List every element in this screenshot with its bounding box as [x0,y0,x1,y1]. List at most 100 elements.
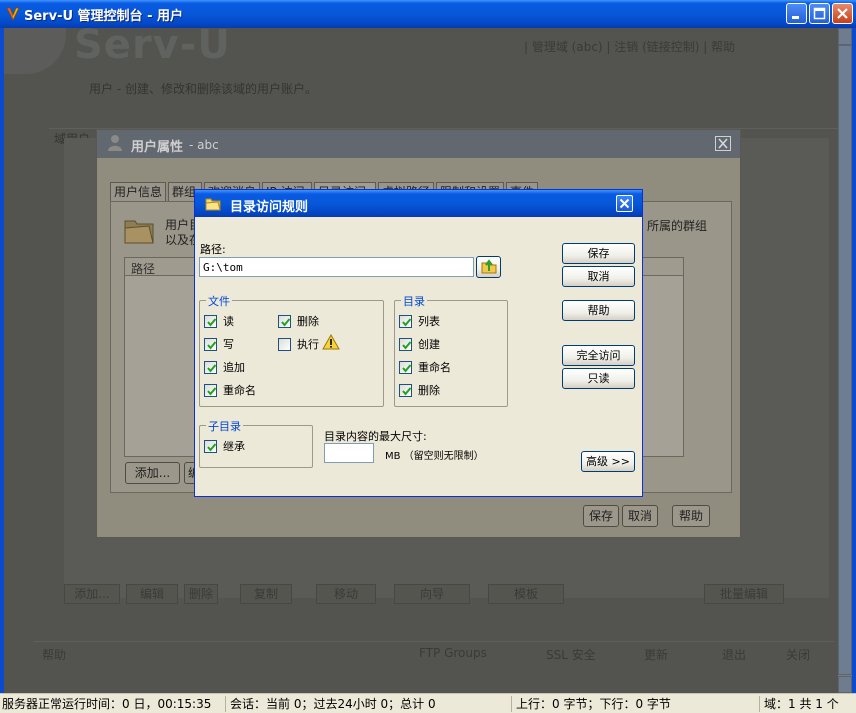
window-title: Serv-U 管理控制台 - 用户 [24,9,183,24]
checkbox-box[interactable] [399,384,412,397]
file-execute-checkbox[interactable]: 执行 [278,334,348,352]
checkmark-icon [402,341,412,350]
browse-folder-icon [481,259,496,274]
bg-wizard-button[interactable]: 向导 [394,584,470,604]
full-access-button[interactable]: 完全访问 [562,345,635,366]
file-rename-label: 重命名 [223,384,256,397]
directory-access-rule-dialog: 目录访问规则 路径: 保存 取消 帮助 完全访问 只读 高级 >> 文件 读 写… [194,189,643,497]
subdir-inherit-label: 继承 [223,440,245,453]
checkbox-box[interactable] [399,361,412,374]
servu-logo-swoosh [4,28,66,74]
bg-batch-edit-button[interactable]: 批量编辑 [704,584,784,604]
checkbox-box[interactable] [204,361,217,374]
status-domains: 域：1 共 1 个 [764,697,839,711]
scroll-up-arrow[interactable] [838,28,852,45]
checkmark-icon [207,364,217,373]
minimize-button[interactable] [786,3,807,24]
checkbox-box[interactable] [278,338,291,351]
servu-app-icon [6,7,20,21]
bg-footer-close[interactable]: 关闭 [786,646,810,663]
user-properties-help-button[interactable]: 帮助 [672,505,710,527]
status-transfer: 上行：0 字节；下行：0 字节 [514,696,760,712]
add-rule-button[interactable]: 添加... [125,462,180,484]
vertical-scrollbar[interactable] [838,28,852,693]
status-sessions: 会话：当前 0；过去24小时 0；总计 0 [228,696,512,712]
user-properties-subtitle: - abc [189,138,219,152]
dialog-help-button[interactable]: 帮助 [562,300,635,321]
max-size-input[interactable] [324,443,374,463]
dialog-cancel-button[interactable]: 取消 [562,266,635,287]
checkmark-icon [207,443,217,452]
file-delete-label: 删除 [297,315,319,328]
bg-copy-button[interactable]: 复制 [240,584,292,604]
bg-add-button[interactable]: 添加... [64,584,120,604]
bottom-button-row: 添加... 编辑 删除 复制 移动 向导 模板 批量编辑 [64,584,829,608]
tab-user-info[interactable]: 用户信息 [110,182,166,202]
checkmark-icon [281,318,291,327]
checkbox-box[interactable] [204,440,217,453]
checkmark-icon [207,387,217,396]
checkbox-box[interactable] [204,315,217,328]
close-button[interactable] [832,3,853,24]
servu-logo: Serv-U [74,28,231,68]
user-properties-close-button[interactable] [715,136,731,151]
checkbox-box[interactable] [278,315,291,328]
max-size-unit-note: MB （留空则无限制） [385,451,484,462]
dir-create-label: 创建 [418,338,440,351]
file-write-label: 写 [223,338,234,351]
bg-template-button[interactable]: 模板 [488,584,564,604]
directories-permissions-group: 目录 列表 创建 重命名 删除 [394,293,508,407]
bg-footer-ssl[interactable]: SSL 安全 [546,646,596,663]
user-properties-cancel-button[interactable]: 取消 [622,505,658,527]
file-read-label: 读 [223,315,234,328]
folder-icon [205,198,221,211]
file-execute-label: 执行 [297,338,319,351]
scroll-thumb[interactable] [838,45,852,675]
window-titlebar[interactable]: Serv-U 管理控制台 - 用户 [0,0,856,28]
user-icon [108,135,122,151]
bg-footer-update[interactable]: 更新 [644,646,668,663]
browse-path-button[interactable] [476,256,501,278]
bg-edit-button[interactable]: 编辑 [126,584,178,604]
maximize-button[interactable] [809,3,830,24]
path-input[interactable] [199,257,474,277]
user-properties-save-button[interactable]: 保存 [583,505,619,527]
bg-move-button[interactable]: 移动 [316,584,376,604]
directory-access-text-right: 所属的群组 [647,219,708,233]
file-append-label: 追加 [223,361,245,374]
status-bar: 服务器正常运行时间：0 日，00:15:35 会话：当前 0；过去24小时 0；… [0,693,856,713]
dir-delete-label: 删除 [418,384,440,397]
maximize-icon [813,7,826,20]
checkmark-icon [207,318,217,327]
files-permissions-group: 文件 读 写 追加 重命名 删除 执行 [199,293,384,407]
read-only-button[interactable]: 只读 [562,368,635,389]
scroll-down-arrow[interactable] [838,676,852,693]
files-group-title: 文件 [206,293,232,309]
page-description: 用户 - 创建、修改和删除该域的用户账户。 [89,82,317,96]
user-properties-title: 用户属性 [131,140,184,155]
checkmark-icon [402,387,412,396]
status-uptime: 服务器正常运行时间：0 日，00:15:35 [0,696,226,712]
path-label: 路径: [200,243,226,256]
subdirectories-group-title: 子目录 [206,418,243,434]
bg-footer-exit[interactable]: 退出 [722,646,746,663]
dialog-save-button[interactable]: 保存 [562,243,635,264]
directories-group-title: 目录 [401,293,427,309]
dialog-close-button[interactable] [616,195,633,212]
bg-delete-button[interactable]: 删除 [184,584,218,604]
dialog-title: 目录访问规则 [230,200,309,215]
checkbox-box[interactable] [399,315,412,328]
checkbox-box[interactable] [399,338,412,351]
checkbox-box[interactable] [204,384,217,397]
dir-rename-label: 重命名 [418,361,451,374]
close-icon [718,138,728,149]
list-column-path[interactable]: 路径 [131,260,155,277]
top-navigation[interactable]: | 管理域 (abc) | 注销 (链接控制) | 帮助 [524,38,735,55]
user-properties-titlebar[interactable]: 用户属性 - abc [97,130,740,158]
close-icon [837,8,848,19]
checkbox-box[interactable] [204,338,217,351]
advanced-button[interactable]: 高级 >> [581,451,635,472]
bg-footer-help[interactable]: 帮助 [42,646,66,663]
dialog-titlebar[interactable]: 目录访问规则 [195,190,642,217]
bg-footer-ftp-groups[interactable]: FTP Groups [419,646,487,660]
